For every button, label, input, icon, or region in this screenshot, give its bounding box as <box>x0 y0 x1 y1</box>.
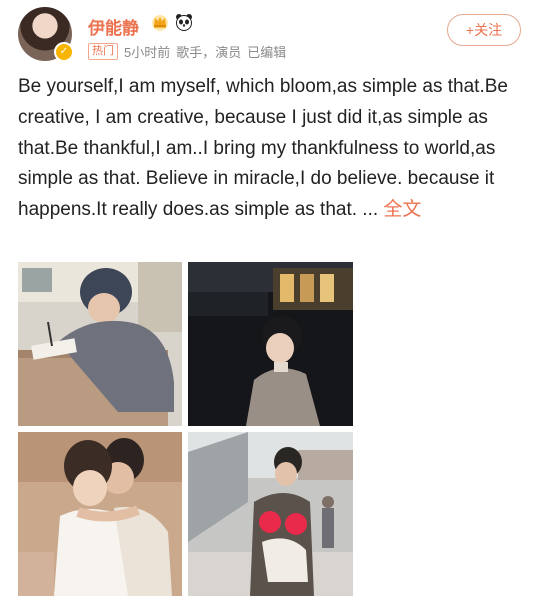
follow-button[interactable]: +关注 <box>447 14 521 46</box>
post-meta: 热门 5小时前 歌手，演员 已编辑 <box>88 42 286 61</box>
panda-badge-icon[interactable] <box>174 12 194 32</box>
post-image-1[interactable] <box>18 262 182 426</box>
post-image-3[interactable] <box>18 432 182 596</box>
photo-night-street <box>188 262 353 426</box>
weibo-post-card: ✓ 伊能静 热门 5小时前 歌手，演员 已编辑 +关注 Be yourself,… <box>0 0 541 600</box>
post-image-4[interactable] <box>188 432 353 596</box>
verified-icon: ✓ <box>54 42 74 62</box>
edited-label[interactable]: 已编辑 <box>247 42 286 61</box>
post-body-text: Be yourself,I am myself, which bloom,as … <box>18 76 508 221</box>
user-roles: 歌手，演员 <box>176 45 242 60</box>
photo-mall-family <box>188 432 353 596</box>
photo-embrace <box>18 432 182 596</box>
post-time[interactable]: 5小时前 <box>124 42 170 61</box>
user-name[interactable]: 伊能静 <box>88 14 139 39</box>
expand-full-text-link[interactable]: 全文 <box>383 199 421 220</box>
hot-tag[interactable]: 热门 <box>88 43 118 60</box>
photo-boy-writing <box>18 262 182 426</box>
post-text: Be yourself,I am myself, which bloom,as … <box>18 72 528 226</box>
avatar[interactable]: ✓ <box>18 7 74 62</box>
user-badges <box>150 12 194 32</box>
post-image-2[interactable] <box>188 262 353 426</box>
crown-badge-icon[interactable] <box>150 12 170 32</box>
